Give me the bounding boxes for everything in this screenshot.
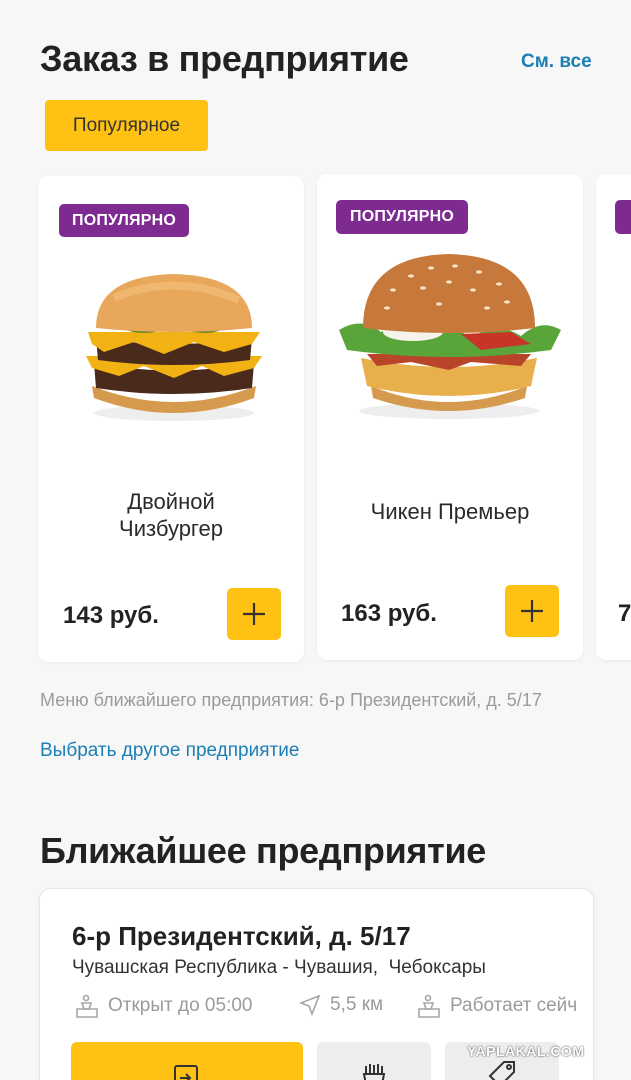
popular-badge bbox=[615, 200, 631, 234]
restaurant-status-icon bbox=[418, 994, 440, 1018]
route-button[interactable] bbox=[71, 1042, 303, 1080]
filter-chip-popular[interactable]: Популярное bbox=[45, 100, 208, 151]
restaurant-icon bbox=[76, 994, 98, 1018]
see-all-link[interactable]: См. все bbox=[521, 51, 592, 73]
chicken-premier-image bbox=[339, 254, 561, 419]
restaurant-name: 6-р Президентский, д. 5/17 bbox=[72, 921, 411, 951]
add-to-cart-button[interactable] bbox=[227, 588, 281, 640]
watermark: YAPLAKAL.COM bbox=[467, 1043, 585, 1059]
product-price: 143 руб. bbox=[63, 602, 159, 629]
menu-info-text: Меню ближайшего предприятия: 6-р Президе… bbox=[40, 690, 542, 710]
product-name: Двойной Чизбургер bbox=[119, 489, 223, 541]
price-tag-icon bbox=[488, 1061, 515, 1080]
distance-info: 5,5 км bbox=[298, 993, 383, 1017]
product-card-double-cheeseburger[interactable]: ПОПУЛЯРНО Двойной Чизбургер 143 руб. bbox=[38, 176, 304, 662]
product-price: 7 bbox=[618, 600, 631, 627]
add-to-cart-button[interactable] bbox=[505, 585, 559, 637]
double-cheeseburger-image bbox=[86, 274, 262, 421]
navigation-arrow-icon bbox=[298, 994, 321, 1017]
status-info: Работает сейч bbox=[416, 993, 577, 1019]
product-price: 163 руб. bbox=[341, 600, 437, 627]
popular-badge: ПОПУЛЯРНО bbox=[336, 200, 468, 234]
hours-info: Открыт до 05:00 bbox=[74, 993, 252, 1019]
restaurant-address: Чувашская Республика - Чувашия, Чебоксар… bbox=[72, 957, 486, 978]
nearest-section-title: Ближайшее предприятие bbox=[40, 830, 487, 871]
product-name: Чикен Премьер bbox=[370, 499, 530, 524]
change-restaurant-link[interactable]: Выбрать другое предприятие bbox=[40, 740, 299, 762]
order-section-title: Заказ в предприятие bbox=[40, 38, 409, 79]
popular-badge: ПОПУЛЯРНО bbox=[59, 204, 189, 237]
product-card-partial[interactable]: 7 bbox=[596, 174, 631, 660]
product-card-chicken-premier[interactable]: ПОПУЛЯРНО Чикен Премьер 163 руб. bbox=[317, 174, 583, 660]
menu-button[interactable] bbox=[317, 1042, 431, 1080]
plus-icon bbox=[521, 600, 543, 622]
plus-icon bbox=[243, 603, 265, 625]
fries-icon bbox=[362, 1064, 386, 1080]
route-icon bbox=[174, 1065, 198, 1080]
